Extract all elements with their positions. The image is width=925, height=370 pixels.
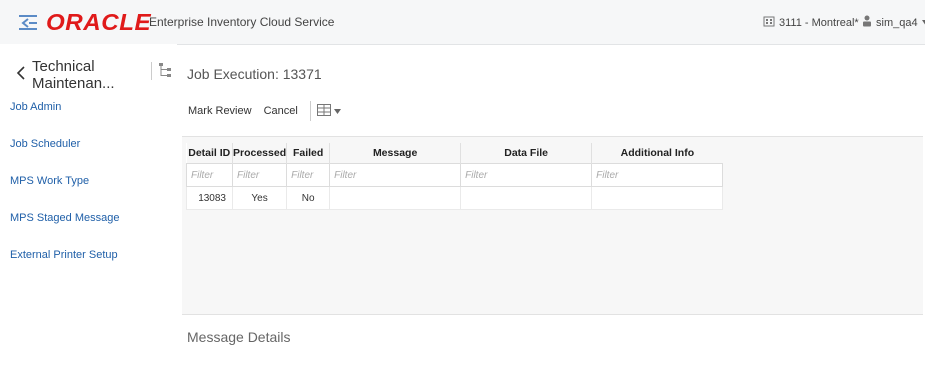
table-row[interactable]: 13083 Yes No <box>186 186 724 210</box>
column-header-data-file[interactable]: Data File <box>460 143 593 164</box>
cancel-button[interactable]: Cancel <box>258 105 304 117</box>
divider <box>151 62 152 80</box>
app-title: Enterprise Inventory Cloud Service <box>149 15 335 29</box>
chevron-down-icon <box>921 17 925 29</box>
app-header: ORACLE Enterprise Inventory Cloud Servic… <box>0 0 925 45</box>
user-menu[interactable]: sim_qa4 <box>862 15 925 30</box>
results-table-panel: Detail ID Processed Failed Message Data … <box>182 136 923 315</box>
sidebar-item-mps-work-type[interactable]: MPS Work Type <box>10 175 89 187</box>
column-header-failed[interactable]: Failed <box>286 143 331 164</box>
toolbar-divider <box>309 101 311 121</box>
view-options-menu[interactable] <box>316 103 341 119</box>
column-header-additional-info[interactable]: Additional Info <box>591 143 723 164</box>
user-icon <box>862 15 872 30</box>
cell-processed: Yes <box>231 186 288 210</box>
cell-failed: No <box>286 186 331 210</box>
user-label: sim_qa4 <box>876 16 918 29</box>
navigator-menu-icon[interactable] <box>19 13 37 31</box>
cell-data-file <box>460 186 593 210</box>
sidebar-item-job-admin[interactable]: Job Admin <box>10 101 61 113</box>
page-title: Job Execution: 13371 <box>187 66 322 82</box>
sidebar-item-external-printer-setup[interactable]: External Printer Setup <box>10 249 118 261</box>
mark-review-button[interactable]: Mark Review <box>182 105 258 117</box>
store-label: 3111 - Montreal* <box>779 16 859 29</box>
chevron-down-icon <box>333 105 341 117</box>
filter-input-additional-info[interactable] <box>592 165 723 185</box>
column-header-message[interactable]: Message <box>329 143 462 164</box>
chevron-left-icon <box>16 66 26 84</box>
cell-additional-info <box>591 186 724 210</box>
filter-input-processed[interactable] <box>233 165 287 185</box>
oracle-logo: ORACLE <box>46 9 152 35</box>
cell-message <box>329 186 462 210</box>
main-content: Job Execution: 13371 Mark Review Cancel <box>178 44 925 370</box>
results-table: Detail ID Processed Failed Message Data … <box>186 143 724 210</box>
column-header-processed[interactable]: Processed <box>232 143 288 164</box>
building-icon <box>763 15 775 30</box>
sidebar-item-job-scheduler[interactable]: Job Scheduler <box>10 138 80 150</box>
filter-input-data-file[interactable] <box>461 165 592 185</box>
cell-detail-id: 13083 <box>186 186 233 210</box>
toolbar: Mark Review Cancel <box>182 99 341 123</box>
filter-row <box>186 163 724 187</box>
back-button[interactable]: Technical Maintenan... <box>16 58 177 92</box>
sidebar: Technical Maintenan... Job Admin Job Sch… <box>0 44 177 370</box>
filter-input-detail-id[interactable] <box>187 165 232 185</box>
sidebar-item-mps-staged-message[interactable]: MPS Staged Message <box>10 212 119 224</box>
filter-input-message[interactable] <box>330 165 461 185</box>
hierarchy-icon[interactable] <box>158 62 172 78</box>
grid-icon <box>316 103 331 119</box>
store-selector[interactable]: 3111 - Montreal* <box>763 15 859 30</box>
message-details-heading: Message Details <box>187 329 291 345</box>
column-header-detail-id[interactable]: Detail ID <box>186 143 233 164</box>
back-label: Technical Maintenan... <box>32 58 115 92</box>
filter-input-failed[interactable] <box>287 165 330 185</box>
